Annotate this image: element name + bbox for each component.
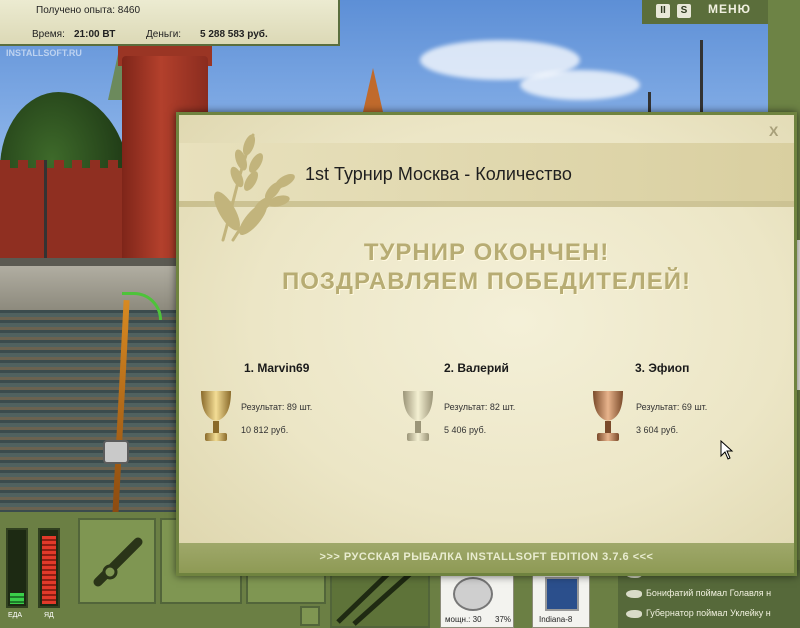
dialog-title: 1st Турнир Москва - Количество [305, 164, 572, 184]
pause-button[interactable]: II [656, 4, 670, 18]
tournament-over-heading: ТУРНИР ОКОНЧЕН! [363, 239, 610, 266]
fish-icon [626, 590, 642, 598]
sound-button[interactable]: S [677, 4, 691, 18]
food-meter-fill [10, 593, 24, 604]
winner-1-prize: 10 812 руб. [241, 425, 289, 435]
dialog-body: 1st Турнир Москва - Количество X ТУРНИР … [179, 115, 794, 573]
congratulations-heading: ПОЗДРАВЛЯЕМ ПОБЕДИТЕЛЕЙ! [281, 268, 692, 295]
winner-1-result: Результат: 89 шт. [241, 402, 313, 412]
poison-meter [38, 528, 60, 608]
time-value: 21:00 ВТ [74, 29, 116, 40]
money-label: Деньги: [146, 29, 182, 40]
poison-meter-label: ЯД [44, 612, 54, 619]
fish-icon [626, 610, 642, 618]
game-version-banner: >>> РУССКАЯ РЫБАЛКА INSTALLSOFT EDITION … [319, 551, 654, 563]
street-lamp [700, 40, 703, 120]
winner-3-prize: 3 604 руб. [636, 425, 679, 435]
watermark: INSTALLSOFT.RU [6, 48, 82, 58]
rods-icon [93, 537, 143, 587]
player-stats-panel: Получено опыта: 8460 Время: 21:00 ВТ Ден… [0, 0, 340, 46]
gold-trophy-icon [201, 391, 231, 441]
small-tile-button[interactable] [300, 606, 320, 626]
food-meter-label: ЕДА [8, 612, 23, 619]
money-value: 5 288 583 руб. [200, 29, 268, 40]
winner-2-prize: 5 406 руб. [444, 425, 487, 435]
winner-1-name: 1. Marvin69 [244, 361, 310, 375]
menu-button[interactable]: МЕНЮ [708, 2, 751, 16]
cloud [520, 70, 640, 100]
feed-line: Бонифатий поймал Голавля н [646, 588, 772, 598]
bait-name: Indiana-8 [539, 615, 573, 624]
reel-icon [453, 577, 493, 611]
reel-percent: 37% [495, 615, 512, 624]
winner-3-name: 3. Эфиоп [635, 361, 690, 375]
bronze-trophy-icon [593, 391, 623, 441]
bait-box-icon [545, 577, 579, 611]
reel-power: мощн.: 30 [445, 615, 482, 624]
experience-label: Получено опыта: [36, 5, 115, 16]
reel-slot[interactable]: мощн.: 30 37% [440, 572, 514, 628]
silver-trophy-icon [403, 391, 433, 441]
time-label: Время: [32, 29, 65, 40]
distant-spire [363, 68, 383, 112]
winner-3-result: Результат: 69 шт. [636, 402, 708, 412]
bait-slot[interactable]: Indiana-8 [532, 572, 590, 628]
rods-tile[interactable] [78, 518, 156, 604]
poison-meter-fill [42, 536, 56, 604]
close-button[interactable]: X [769, 123, 778, 139]
food-meter [6, 528, 28, 608]
feed-line: Губернатор поймал Уклейку н [646, 608, 771, 618]
mouse-cursor-icon [720, 440, 734, 460]
wheat-icon [214, 133, 295, 242]
fishing-reel[interactable] [103, 440, 129, 464]
tournament-results-dialog: 1st Турнир Москва - Количество X ТУРНИР … [176, 112, 797, 576]
street-lamp [44, 160, 47, 260]
experience-value: 8460 [117, 5, 141, 16]
winner-2-result: Результат: 82 шт. [444, 402, 516, 412]
experience-row: Получено опыта: 8460 [36, 5, 140, 16]
winner-2-name: 2. Валерий [444, 361, 509, 375]
